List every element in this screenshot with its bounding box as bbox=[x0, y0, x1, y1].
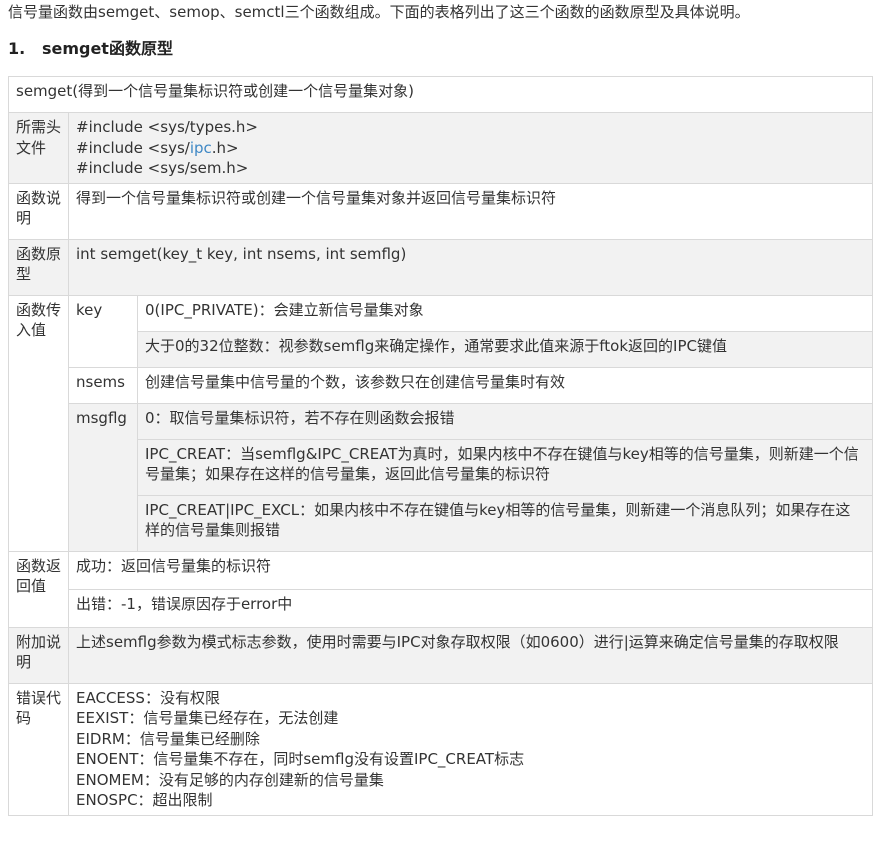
param-value: 0(IPC_PRIVATE)：会建立新信号量集对象 bbox=[136, 294, 874, 332]
ipc-link[interactable]: ipc bbox=[190, 139, 212, 157]
table-row-param-msgflg-2: IPC_CREAT：当semflg&IPC_CREAT为真时，如果内核中不存在键… bbox=[9, 438, 874, 496]
table-row-extra: 附加说明 上述semflg参数为模式标志参数，使用时需要与IPC对象存取权限（如… bbox=[8, 626, 874, 684]
table-row-param-msgflg-3: IPC_CREAT|IPC_EXCL：如果内核中不存在键值与key相等的信号量集… bbox=[9, 494, 874, 552]
include-line: #include <sys/sem.h> bbox=[76, 159, 249, 177]
error-code-line: EIDRM：信号量集已经删除 bbox=[76, 729, 260, 748]
error-code-line: ENOENT：信号量集不存在，同时semflg没有设置IPC_CREAT标志 bbox=[76, 750, 525, 768]
param-value: 大于0的32位整数：视参数semflg来确定操作，通常要求此值来源于ftok返回… bbox=[136, 330, 874, 368]
table-row-return-2: 出错：-1，错误原因存于error中 bbox=[9, 588, 874, 628]
table-row-param-key-1: 函数传入值 key 0(IPC_PRIVATE)：会建立新信号量集对象 bbox=[8, 294, 874, 552]
table-row-param-msgflg-1: msgflg 0：取信号量集标识符，若不存在则函数会报错 bbox=[9, 402, 874, 552]
prototype-cell: int semget(key_t key, int nsems, int sem… bbox=[67, 238, 874, 296]
param-name-key: key bbox=[68, 294, 138, 368]
param-value: 0：取信号量集标识符，若不存在则函数会报错 bbox=[136, 402, 874, 440]
row-label-return: 函数返回值 bbox=[8, 550, 69, 628]
param-value: IPC_CREAT：当semflg&IPC_CREAT为真时，如果内核中不存在键… bbox=[136, 438, 874, 496]
error-code-line: ENOSPC：超出限制 bbox=[76, 791, 213, 809]
headers-cell: #include <sys/types.h> #include <sys/ipc… bbox=[67, 112, 874, 184]
extra-cell: 上述semflg参数为模式标志参数，使用时需要与IPC对象存取权限（如0600）… bbox=[67, 626, 874, 684]
table-header-cell: semget(得到一个信号量集标识符或创建一个信号量集对象) bbox=[7, 76, 874, 113]
table-header-row: semget(得到一个信号量集标识符或创建一个信号量集对象) bbox=[7, 76, 874, 113]
return-value: 成功：返回信号量集的标识符 bbox=[67, 550, 874, 590]
row-label-extra: 附加说明 bbox=[8, 626, 69, 684]
table-row-description: 函数说明 得到一个信号量集标识符或创建一个信号量集对象并返回信号量集标识符 bbox=[8, 182, 874, 240]
param-name-nsems: nsems bbox=[68, 366, 138, 404]
row-label-description: 函数说明 bbox=[8, 182, 69, 240]
row-label-errors: 错误代码 bbox=[8, 682, 69, 816]
section-number: 1. bbox=[8, 39, 26, 58]
include-line: #include <sys/types.h> bbox=[76, 118, 258, 136]
table-row-return-1: 函数返回值 成功：返回信号量集的标识符 bbox=[8, 550, 874, 628]
return-value: 出错：-1，错误原因存于error中 bbox=[67, 588, 874, 628]
param-value: IPC_CREAT|IPC_EXCL：如果内核中不存在键值与key相等的信号量集… bbox=[136, 494, 874, 552]
section-heading: 1. semget函数原型 bbox=[8, 38, 173, 60]
param-name-msgflg: msgflg bbox=[68, 402, 138, 552]
section-title-text: semget函数原型 bbox=[41, 39, 173, 58]
row-label-headers: 所需头文件 bbox=[8, 112, 69, 184]
error-code-line: EEXIST：信号量集已经存在，无法创建 bbox=[76, 709, 339, 727]
description-cell: 得到一个信号量集标识符或创建一个信号量集对象并返回信号量集标识符 bbox=[67, 182, 874, 240]
intro-paragraph: 信号量函数由semget、semop、semctl三个函数组成。下面的表格列出了… bbox=[8, 3, 750, 21]
errors-cell: EACCESS：没有权限 EEXIST：信号量集已经存在，无法创建 EIDRM：… bbox=[67, 682, 874, 816]
semget-table: semget(得到一个信号量集标识符或创建一个信号量集对象) 所需头文件 #in… bbox=[7, 76, 874, 816]
table-row-errors: 错误代码 EACCESS：没有权限 EEXIST：信号量集已经存在，无法创建 E… bbox=[8, 682, 874, 816]
table-row-param-nsems: nsems 创建信号量集中信号量的个数，该参数只在创建信号量集时有效 bbox=[9, 366, 874, 404]
row-label-params: 函数传入值 bbox=[8, 294, 69, 552]
table-row-headers: 所需头文件 #include <sys/types.h> #include <s… bbox=[8, 112, 874, 184]
row-label-prototype: 函数原型 bbox=[8, 238, 69, 296]
error-code-line: EACCESS：没有权限 bbox=[76, 688, 220, 707]
param-value: 创建信号量集中信号量的个数，该参数只在创建信号量集时有效 bbox=[136, 366, 874, 404]
table-row-prototype: 函数原型 int semget(key_t key, int nsems, in… bbox=[8, 238, 874, 296]
table-row-param-key-2: 大于0的32位整数：视参数semflg来确定操作，通常要求此值来源于ftok返回… bbox=[9, 330, 874, 368]
include-line: #include <sys/ipc.h> bbox=[76, 138, 239, 157]
error-code-line: ENOMEM：没有足够的内存创建新的信号量集 bbox=[76, 770, 384, 789]
